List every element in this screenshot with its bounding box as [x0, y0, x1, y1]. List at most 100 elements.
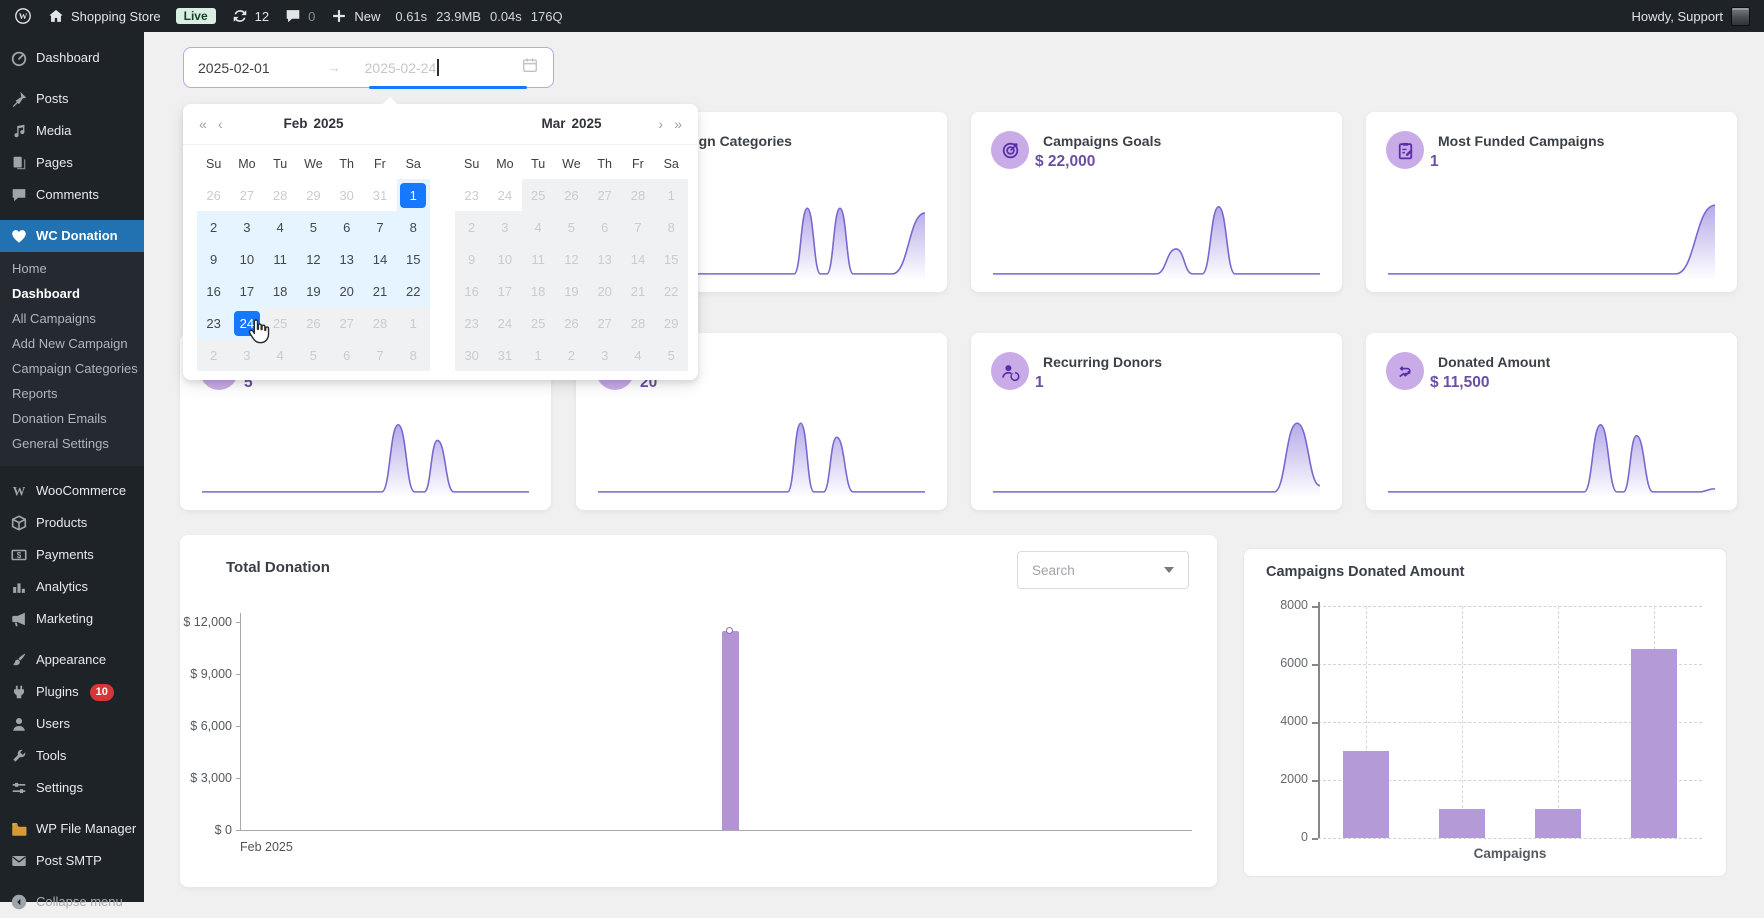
y-axis-line	[240, 613, 241, 830]
chevron-down-icon	[1164, 567, 1174, 573]
campaign-search-select[interactable]: Search	[1017, 551, 1189, 589]
submenu-item-reports[interactable]: Reports	[0, 381, 144, 406]
submenu-item-add-new-campaign[interactable]: Add New Campaign	[0, 331, 144, 356]
calendar-day[interactable]: 23	[197, 307, 231, 339]
sidebar-item-users[interactable]: Users	[0, 708, 144, 740]
megaphone-icon	[10, 610, 28, 628]
calendar-day[interactable]: 3	[230, 211, 264, 243]
calendar-day[interactable]: 27	[230, 179, 263, 211]
sidebar-item-posts[interactable]: Posts	[0, 83, 144, 115]
start-date-input[interactable]: 2025-02-01	[198, 60, 270, 76]
next-year-button[interactable]: »	[674, 115, 682, 133]
sparkline-chart	[1388, 204, 1715, 280]
sidebar-item-woocommerce[interactable]: W WooCommerce	[0, 475, 144, 507]
end-date-input[interactable]: 2025-02-24	[365, 60, 437, 76]
sidebar-item-comments[interactable]: Comments	[0, 179, 144, 211]
weekday-label: Mo	[238, 157, 256, 171]
sidebar-item-wc-donation[interactable]: WC Donation	[0, 220, 144, 252]
sidebar-item-settings[interactable]: Settings	[0, 772, 144, 804]
sidebar-item-appearance[interactable]: Appearance	[0, 644, 144, 676]
calendar-day[interactable]: 11	[263, 243, 297, 275]
calendar-day[interactable]: 14	[363, 243, 397, 275]
submenu-item-campaign-categories[interactable]: Campaign Categories	[0, 356, 144, 381]
sidebar-item-wp-file-manager[interactable]: WP File Manager	[0, 813, 144, 845]
sidebar-item-marketing[interactable]: Marketing	[0, 603, 144, 635]
calendar-day[interactable]: 1	[396, 179, 430, 211]
updates-link[interactable]: 12	[231, 7, 269, 25]
calendar-day[interactable]: 21	[363, 275, 397, 307]
y-tick-label: $ 12,000	[183, 615, 232, 629]
calendar-day[interactable]: 5	[296, 211, 331, 243]
calendar-day[interactable]: 2	[197, 211, 231, 243]
sidebar-item-media[interactable]: Media	[0, 115, 144, 147]
new-content-link[interactable]: New	[330, 7, 380, 25]
calendar-day: 5	[654, 339, 688, 371]
sidebar-item-plugins[interactable]: Plugins 10	[0, 676, 144, 708]
calendar-day: 7	[363, 339, 397, 371]
submenu-item-donation-emails[interactable]: Donation Emails	[0, 406, 144, 431]
calendar-day: 2	[455, 211, 489, 243]
weekday-label: Fr	[374, 157, 386, 171]
calendar-day[interactable]: 4	[263, 211, 297, 243]
user-icon	[10, 715, 28, 733]
sidebar-item-pages[interactable]: Pages	[0, 147, 144, 179]
calendar-day[interactable]: 7	[363, 211, 397, 243]
sidebar-item-analytics[interactable]: Analytics	[0, 571, 144, 603]
calendar-day[interactable]: 23	[455, 179, 488, 211]
date-range-picker[interactable]: 2025-02-01 → 2025-02-24	[183, 47, 554, 89]
calendar-day[interactable]: 29	[297, 179, 330, 211]
calendar-day: 6	[330, 339, 364, 371]
calendar-day[interactable]: 13	[330, 243, 364, 275]
home-icon	[47, 7, 65, 25]
calendar-day: 18	[521, 275, 555, 307]
calendar-day[interactable]: 18	[263, 275, 297, 307]
next-month-button[interactable]: ›	[658, 115, 663, 133]
month-title-feb: Feb 2025	[283, 116, 344, 131]
calendar-day[interactable]: 30	[330, 179, 363, 211]
sidebar-item-payments[interactable]: $ Payments	[0, 539, 144, 571]
calendar-day[interactable]: 28	[264, 179, 297, 211]
site-name-link[interactable]: Shopping Store	[47, 7, 161, 25]
calendar-day[interactable]: 26	[197, 179, 230, 211]
calendar-day[interactable]: 9	[197, 243, 231, 275]
updates-count: 12	[254, 8, 270, 24]
submenu-item-home[interactable]: Home	[0, 256, 144, 281]
avatar	[1731, 6, 1750, 26]
calendar-day[interactable]: 17	[230, 275, 264, 307]
wordpress-logo[interactable]: W	[14, 7, 32, 25]
calendar-day[interactable]: 10	[230, 243, 264, 275]
submenu-item-dashboard[interactable]: Dashboard	[0, 281, 144, 306]
calendar-day: 21	[621, 275, 655, 307]
sidebar-item-label: Posts	[36, 91, 69, 106]
submenu-item-all-campaigns[interactable]: All Campaigns	[0, 306, 144, 331]
calendar-day[interactable]: 12	[296, 243, 331, 275]
sidebar-item-collapse[interactable]: Collapse menu	[0, 886, 144, 918]
calendar-day: 25	[521, 307, 555, 339]
calendar-day[interactable]: 19	[296, 275, 331, 307]
performance-stats: 0.61s 23.9MB 0.04s 176Q	[395, 8, 563, 24]
calendar-day[interactable]: 22	[396, 275, 430, 307]
calendar-day[interactable]: 15	[396, 243, 430, 275]
comments-link[interactable]: 0	[284, 7, 315, 25]
calendar-day: 6	[588, 211, 622, 243]
calendar-day[interactable]: 24	[488, 179, 521, 211]
sidebar-item-label: Appearance	[36, 652, 107, 667]
heart-icon	[10, 227, 28, 245]
submenu-item-general-settings[interactable]: General Settings	[0, 431, 144, 456]
calendar-day[interactable]: 31	[363, 179, 396, 211]
wrench-icon	[10, 747, 28, 765]
sidebar-item-products[interactable]: Products	[0, 507, 144, 539]
sidebar-item-label: Post SMTP	[36, 853, 102, 868]
y-tick-label: 8000	[1280, 598, 1308, 612]
calendar-day[interactable]: 8	[396, 211, 430, 243]
y-tick-mark	[236, 674, 240, 675]
sidebar-item-dashboard[interactable]: Dashboard	[0, 42, 144, 74]
howdy-account-link[interactable]: Howdy, Support	[1631, 9, 1723, 24]
sidebar-item-post-smtp[interactable]: Post SMTP	[0, 845, 144, 877]
sidebar-item-tools[interactable]: Tools	[0, 740, 144, 772]
calendar-day[interactable]: 20	[330, 275, 364, 307]
calendar-day[interactable]: 16	[197, 275, 231, 307]
y-axis-line	[1318, 602, 1320, 838]
calendar-day[interactable]: 6	[330, 211, 364, 243]
y-tick-mark	[236, 830, 240, 831]
